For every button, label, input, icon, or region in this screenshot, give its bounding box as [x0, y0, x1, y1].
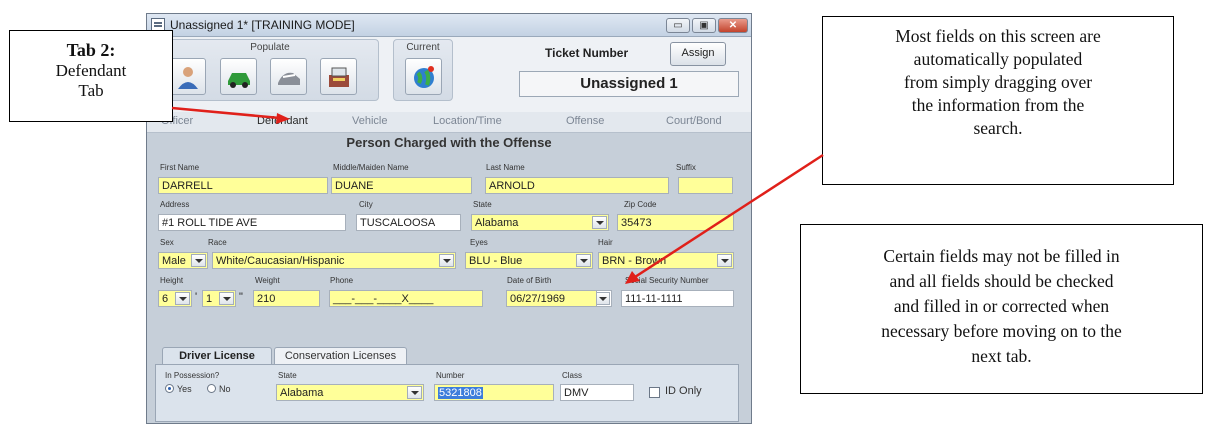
arrow-to-zip-code [625, 153, 824, 284]
callout-arrows [171, 106, 824, 284]
arrow-to-defendant-tab [171, 106, 290, 124]
